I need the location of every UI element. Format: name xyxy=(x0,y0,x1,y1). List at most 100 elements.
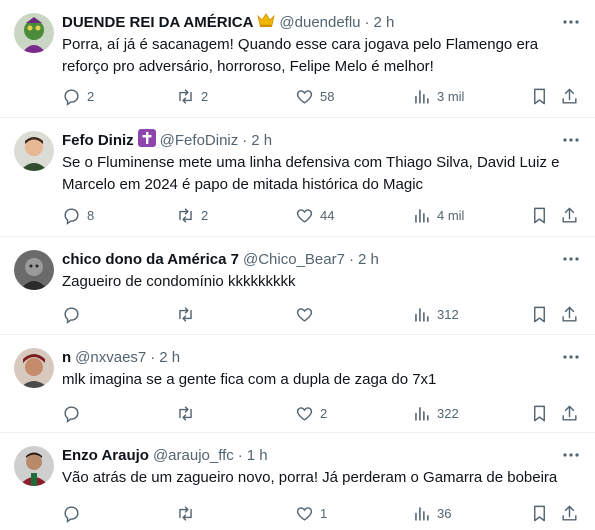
display-name[interactable]: n xyxy=(62,349,71,366)
share-icon xyxy=(562,505,577,521)
handle[interactable]: @duendeflu xyxy=(279,14,360,31)
more-options-icon[interactable] xyxy=(561,130,581,150)
retweet-icon xyxy=(179,88,192,104)
action-bar: 2 2 58 3 mil xyxy=(58,84,588,108)
more-options-icon[interactable] xyxy=(561,445,581,465)
bookmark-icon xyxy=(534,405,545,421)
action-bar: 312 xyxy=(58,302,588,326)
bookmark-button[interactable] xyxy=(530,302,549,326)
views-button[interactable]: 4 mil xyxy=(412,203,464,227)
handle[interactable]: @nxvaes7 xyxy=(75,349,146,366)
like-button[interactable]: 44 xyxy=(295,203,334,227)
tweet[interactable]: Fefo Diniz @FefoDiniz · 2 h Se o Flumine… xyxy=(0,118,595,237)
display-name[interactable]: Fefo Diniz xyxy=(62,132,134,149)
timestamp[interactable]: 1 h xyxy=(247,447,268,464)
timestamp[interactable]: 2 h xyxy=(374,14,395,31)
reply-button[interactable] xyxy=(62,501,87,525)
avatar[interactable] xyxy=(14,446,54,486)
heart-icon xyxy=(296,406,313,421)
tweet-text: Porra, aí já é sacanagem! Quando esse ca… xyxy=(62,36,539,75)
separator: · xyxy=(348,250,354,268)
share-icon xyxy=(562,405,577,421)
like-button[interactable]: 58 xyxy=(295,84,334,108)
avatar[interactable] xyxy=(14,131,54,171)
bookmark-icon xyxy=(534,306,545,322)
retweet-button[interactable]: 2 xyxy=(176,84,208,108)
handle[interactable]: @araujo_ffc xyxy=(153,447,234,464)
retweet-icon xyxy=(179,207,192,223)
share-button[interactable] xyxy=(560,84,579,108)
more-options-icon[interactable] xyxy=(561,12,581,32)
share-button[interactable] xyxy=(560,302,579,326)
tweet-text: mlk imagina se a gente fica com a dupla … xyxy=(62,371,437,388)
timestamp[interactable]: 2 h xyxy=(159,349,180,366)
retweet-button[interactable] xyxy=(176,302,201,326)
bookmark-icon xyxy=(534,88,545,104)
more-options-icon[interactable] xyxy=(561,249,581,269)
reply-icon xyxy=(64,405,79,423)
tweet-text: Se o Fluminense mete uma linha defensiva… xyxy=(62,154,560,193)
reply-icon xyxy=(64,207,79,225)
avatar[interactable] xyxy=(14,250,54,290)
views-button[interactable]: 36 xyxy=(412,501,451,525)
view-count: 36 xyxy=(437,505,452,521)
avatar[interactable] xyxy=(14,13,54,53)
view-count: 4 mil xyxy=(437,207,465,223)
heart-icon xyxy=(296,89,313,104)
retweet-button[interactable]: 2 xyxy=(176,203,208,227)
heart-icon xyxy=(296,506,313,521)
more-options-icon[interactable] xyxy=(561,347,581,367)
heart-icon xyxy=(296,208,313,223)
like-button[interactable]: 2 xyxy=(295,401,327,425)
tweet[interactable]: DUENDE REI DA AMÉRICA @duendeflu · 2 h P… xyxy=(0,0,595,118)
views-button[interactable]: 312 xyxy=(412,302,459,326)
reply-button[interactable] xyxy=(62,401,87,425)
share-icon xyxy=(562,207,577,223)
reply-button[interactable]: 8 xyxy=(62,203,94,227)
bookmark-icon xyxy=(534,505,545,521)
bookmark-button[interactable] xyxy=(530,401,549,425)
separator: · xyxy=(150,348,156,366)
views-button[interactable]: 322 xyxy=(412,401,459,425)
reply-icon xyxy=(64,505,79,523)
reply-icon xyxy=(64,306,79,324)
views-icon xyxy=(415,506,429,521)
timestamp[interactable]: 2 h xyxy=(358,251,379,268)
tweet[interactable]: chico dono da América 7 @Chico_Bear7 · 2… xyxy=(0,237,595,335)
like-button[interactable]: 1 xyxy=(295,501,327,525)
timestamp[interactable]: 2 h xyxy=(251,132,272,149)
display-name[interactable]: chico dono da América 7 xyxy=(62,251,239,268)
display-name[interactable]: Enzo Araujo xyxy=(62,447,149,464)
share-icon xyxy=(562,88,577,104)
display-name[interactable]: DUENDE REI DA AMÉRICA xyxy=(62,14,253,31)
views-button[interactable]: 3 mil xyxy=(412,84,464,108)
tweet[interactable]: n @nxvaes7 · 2 h mlk imagina se a gente … xyxy=(0,335,595,433)
bookmark-icon xyxy=(534,207,545,223)
share-button[interactable] xyxy=(560,501,579,525)
view-count: 312 xyxy=(437,306,459,322)
retweet-button[interactable] xyxy=(176,501,201,525)
avatar[interactable] xyxy=(14,348,54,388)
bookmark-button[interactable] xyxy=(530,84,549,108)
share-button[interactable] xyxy=(560,401,579,425)
bookmark-button[interactable] xyxy=(530,203,549,227)
like-button[interactable] xyxy=(295,302,320,326)
reply-icon xyxy=(64,88,79,106)
action-bar: 2 322 xyxy=(58,401,588,425)
share-icon xyxy=(562,306,577,322)
tweet-text: Zagueiro de condomínio kkkkkkkkk xyxy=(62,273,296,290)
retweet-button[interactable] xyxy=(176,401,201,425)
share-button[interactable] xyxy=(560,203,579,227)
reply-button[interactable] xyxy=(62,302,87,326)
reply-button[interactable]: 2 xyxy=(62,84,94,108)
view-count: 3 mil xyxy=(437,88,465,104)
separator: · xyxy=(364,13,370,31)
tweet[interactable]: Enzo Araujo @araujo_ffc · 1 h Vão atrás … xyxy=(0,433,595,530)
handle[interactable]: @FefoDiniz xyxy=(160,132,239,149)
like-count: 44 xyxy=(320,207,335,223)
retweet-icon xyxy=(179,405,192,421)
action-bar: 8 2 44 4 mil xyxy=(58,203,588,227)
handle[interactable]: @Chico_Bear7 xyxy=(243,251,345,268)
separator: · xyxy=(242,131,248,149)
bookmark-button[interactable] xyxy=(530,501,549,525)
